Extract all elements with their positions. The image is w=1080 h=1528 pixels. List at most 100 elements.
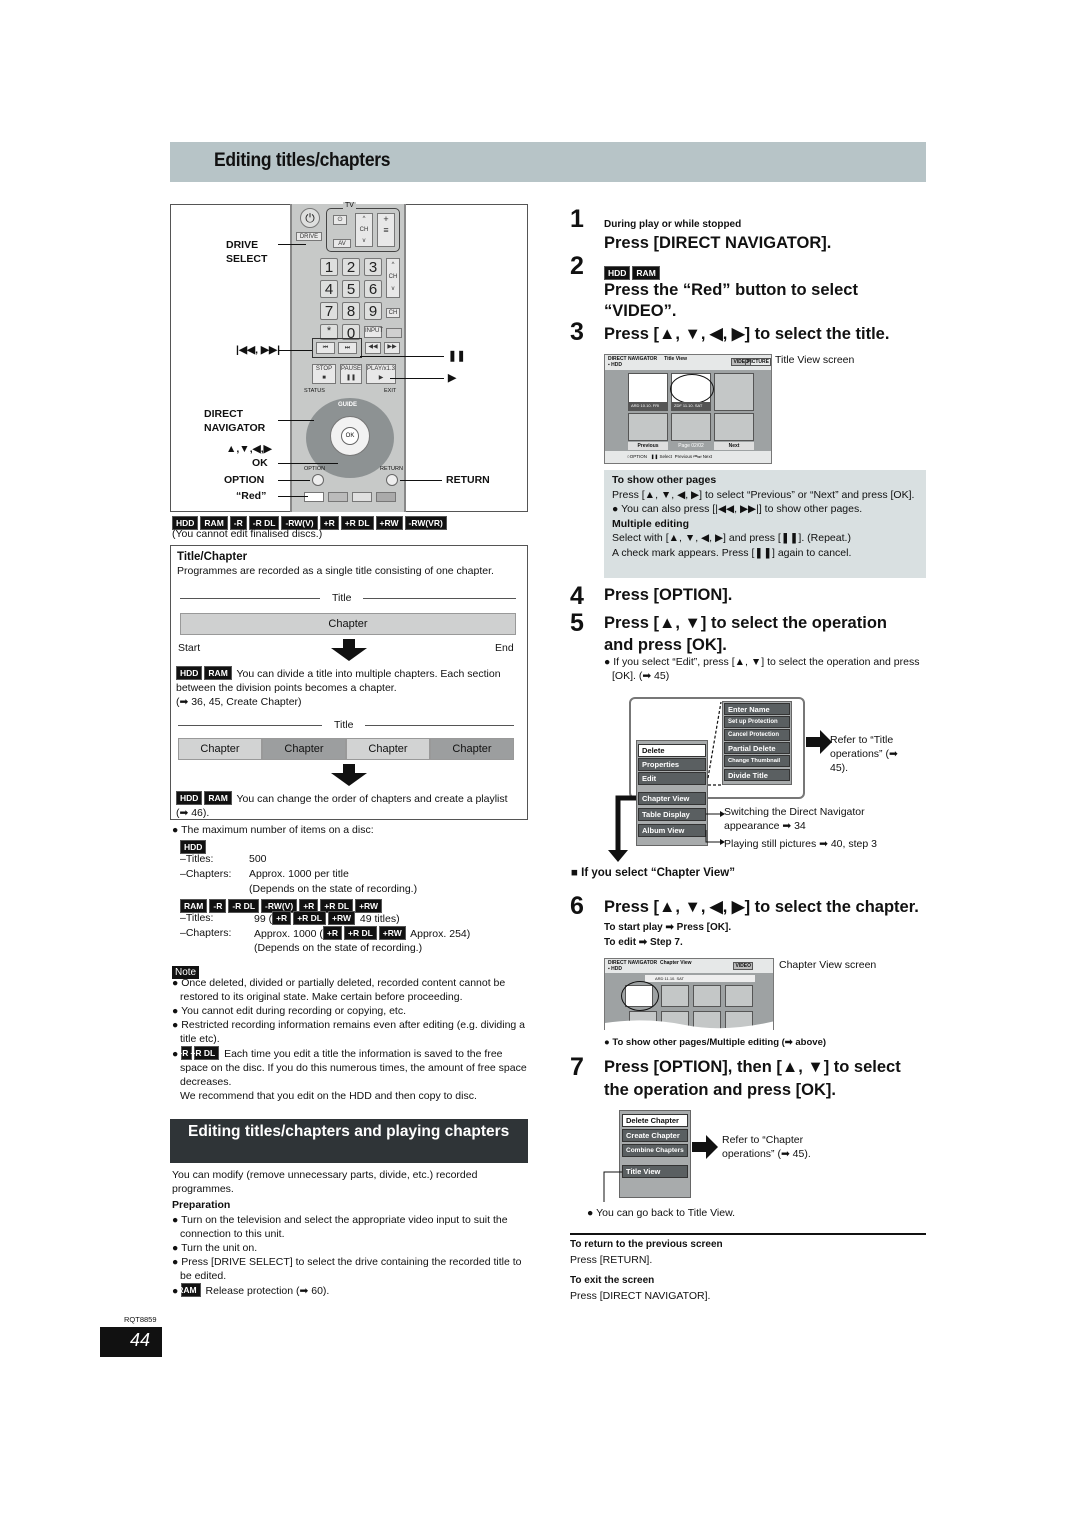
key-9: 9 — [364, 302, 382, 320]
finalised-note: (You cannot edit finalised discs.) — [172, 528, 323, 540]
label-line: NAVIGATOR — [204, 422, 266, 434]
prep-text: Press [DRIVE SELECT] to select the drive… — [180, 1256, 522, 1282]
return-key — [386, 474, 398, 486]
step-number: 6 — [570, 892, 584, 920]
note-text: To show other pages/Multiple editing (➡ … — [612, 1037, 827, 1048]
callout-line — [278, 350, 312, 351]
step-number: 5 — [570, 609, 584, 637]
hdd-chapters-label: –Chapters: — [180, 868, 232, 880]
divide-text: HDD RAM You can divide a title into multi… — [176, 666, 522, 695]
chapter-menu-arrows — [603, 1135, 718, 1202]
badge-ram: RAM — [177, 1283, 201, 1297]
thumbnail-label: ZDF 11.10. SAT — [672, 402, 710, 410]
note-item: ● You cannot edit during recording or co… — [172, 1005, 407, 1017]
multiple-editing-text: Select with [▲, ▼, ◀, ▶] and press [❚❚].… — [612, 532, 851, 545]
exit-text: Press [DIRECT NAVIGATOR]. — [570, 1290, 711, 1302]
badge-rw-vr: -RW(VR) — [404, 516, 447, 530]
skip-back-key: ⏮ — [316, 342, 335, 354]
other-pages-bullet: ● You can also press [|◀◀, ▶▶|] to show … — [612, 503, 863, 516]
callout-line — [360, 356, 444, 357]
pause-key: PAUSE ❚❚ — [340, 364, 362, 384]
title-label: Title — [320, 591, 364, 605]
note-item: ● +R +R DL Each time you edit a title the… — [172, 1046, 527, 1088]
value-text: 99 ( — [254, 913, 273, 925]
remote-control-image: ⏻ DRIVE TV ⏻ AV ^ CH v + ≡ 1 2 3 4 5 6 ^ CH v… — [290, 202, 406, 512]
badge-plus-rw: +RW — [375, 516, 403, 530]
disc-depends: (Depends on the state of recording.) — [254, 942, 423, 954]
title-chapter-heading: Title/Chapter — [177, 551, 248, 563]
note-text: Once deleted, divided or partially delet… — [180, 977, 506, 1003]
exit-heading: To exit the screen — [570, 1275, 655, 1286]
badge-ram: RAM — [204, 791, 232, 805]
prep-item: ● Press [DRIVE SELECT] to select the dri… — [172, 1256, 522, 1282]
vol-key: + ≡ — [377, 213, 395, 247]
step-5-note: ● If you select “Edit”, press [▲, ▼] to … — [604, 656, 920, 682]
screen-header: DIRECT NAVIGATOR Chapter View ▪ HDD VIDE… — [605, 959, 773, 973]
thumbnail-1: ARD 10.10. FRI — [628, 373, 668, 411]
thumbnail-empty — [671, 413, 711, 441]
key-7: 7 — [320, 302, 338, 320]
section-header-banner: Editing titles/chapters — [170, 142, 926, 182]
step-3-instruction: Press [▲, ▼, ◀, ▶] to select the title. — [604, 325, 890, 343]
key-3: 3 — [364, 258, 382, 276]
thumbnail-label: ARD 10.10. FRI — [629, 402, 667, 410]
chapter-thumbnail — [661, 985, 689, 1007]
other-pages-heading: To show other pages — [612, 474, 717, 486]
label-play: ▶ — [448, 372, 457, 384]
badge-plus-r-dl: +R DL — [340, 516, 374, 530]
single-chapter-bar: Chapter — [180, 613, 516, 635]
order-text: HDD RAM You can change the order of chapt… — [176, 791, 522, 820]
badge-plus-r-dl: +R DL — [190, 1046, 220, 1060]
page-indicator: Page 02/02 — [678, 443, 704, 449]
label-arrows: ▲,▼,◀,▶ — [226, 443, 272, 455]
hdd-titles-label: –Titles: — [180, 853, 214, 865]
chapter-view-heading: ■ If you select “Chapter View” — [571, 867, 735, 879]
screen-view-name: Chapter View — [659, 960, 692, 966]
badge-plus-rw: +RW — [328, 911, 355, 925]
value-text: 49 titles) — [359, 913, 400, 925]
right-arrow-icon — [692, 1135, 718, 1159]
blue-key — [376, 492, 396, 502]
footer-next: Next — [702, 454, 712, 459]
selection-circle — [670, 374, 714, 404]
next-button: Next — [714, 442, 754, 450]
end-label: End — [495, 642, 514, 654]
value-text: Approx. 1000 ( — [254, 928, 323, 940]
album-view-reference: Playing still pictures ➡ 40, step 3 — [724, 838, 877, 850]
callout-line — [278, 480, 310, 481]
step-6-instruction: Press [▲, ▼, ◀, ▶] to select the chapter… — [604, 898, 919, 916]
dpad: OK — [330, 416, 370, 456]
analogue-ch-key: CH — [386, 308, 400, 318]
drive-text: HDD — [611, 362, 623, 368]
prep-item: ● Turn on the television and select the … — [172, 1214, 508, 1240]
chapter-operations-reference: Refer to “Chapter operations” (➡ 45). — [722, 1134, 811, 1160]
chapter-segment: Chapter — [178, 738, 262, 760]
chapter-segment: Chapter — [346, 738, 430, 760]
page-key: ^ CH v — [386, 258, 400, 298]
return-heading: To return to the previous screen — [570, 1239, 723, 1250]
key-5: 5 — [342, 280, 360, 298]
option-label: OPTION — [304, 466, 326, 472]
title-view-screen: DIRECT NAVIGATOR Title View ▪ HDD VIDEO … — [604, 354, 772, 464]
skip-key-group: ⏮ ⏭ — [312, 338, 362, 358]
tab-video: VIDEO — [733, 962, 753, 970]
stop-key: STOP ■ — [312, 364, 336, 384]
step-6-start-play: To start play ➡ Press [OK]. — [604, 922, 732, 933]
screen-header: DIRECT NAVIGATOR Title View ▪ HDD VIDEO … — [605, 355, 771, 370]
badge-ram: RAM — [632, 266, 660, 280]
title-view-caption: Title View screen — [775, 354, 855, 366]
dotted-connector — [707, 701, 722, 779]
key-1: 1 — [320, 258, 338, 276]
callout-line — [400, 480, 442, 481]
note-text: If you select “Edit”, press [▲, ▼] to se… — [612, 656, 920, 682]
step-number: 7 — [570, 1053, 584, 1081]
disc-titles-label: –Titles: — [180, 912, 214, 924]
other-pages-info-box: To show other pages Press [▲, ▼, ◀, ▶] t… — [604, 470, 926, 578]
multiple-editing-text: A check mark appears. Press [❚❚] again t… — [612, 546, 852, 559]
step-1-condition: During play or while stopped — [604, 219, 742, 230]
ch-key: ^ CH v — [355, 213, 373, 247]
title-info-bar: ARD 11.10. SAT — [645, 975, 755, 982]
tv-power-key: ⏻ — [333, 215, 347, 225]
step-1-instruction: Press [DIRECT NAVIGATOR]. — [604, 234, 832, 252]
step-4-instruction: Press [OPTION]. — [604, 586, 733, 604]
